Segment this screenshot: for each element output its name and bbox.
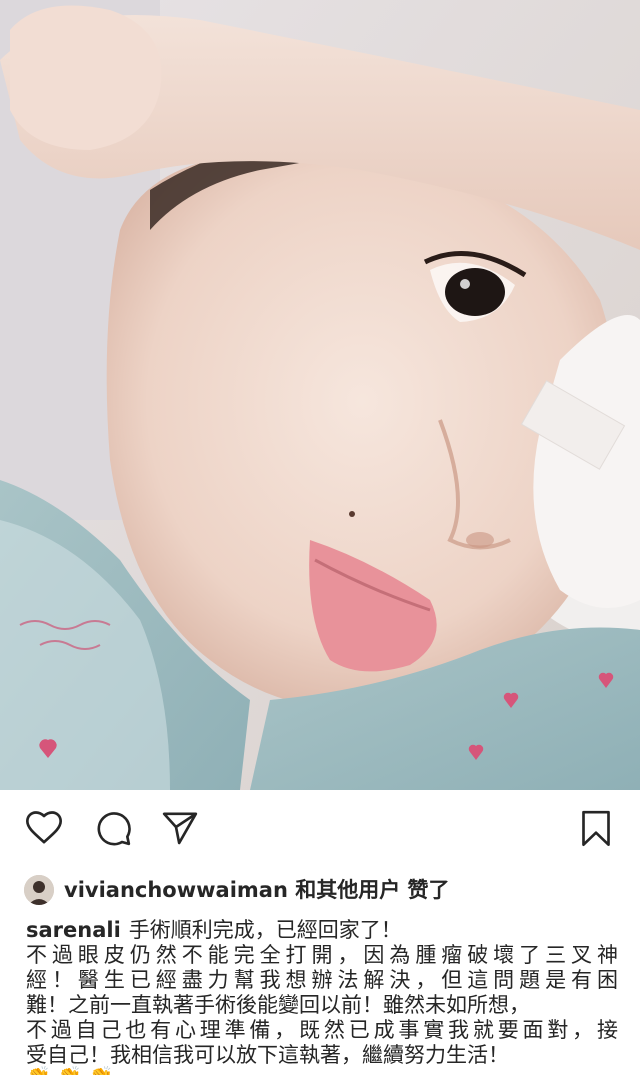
- share-button[interactable]: [158, 806, 202, 850]
- post-action-bar: [0, 806, 640, 860]
- like-button[interactable]: [22, 806, 66, 850]
- paper-plane-icon: [162, 812, 198, 845]
- caption-line: 經！醫生已經盡力幫我想辦法解決，但這問題是有困: [26, 968, 618, 992]
- post-photo[interactable]: [0, 0, 640, 790]
- heart-outline-icon: [26, 811, 63, 844]
- comment-button[interactable]: [91, 806, 135, 850]
- instagram-post: vivianchowwaiman 和其他用户 赞了 sarenali 手術順利完成…: [0, 0, 640, 1075]
- caption-first-line: sarenali 手術順利完成，已經回家了！: [26, 918, 618, 943]
- comment-bubble-icon: [97, 812, 131, 846]
- save-button[interactable]: [574, 806, 618, 850]
- caption-line: 不過眼皮仍然不能完全打開，因為腫瘤破壞了三叉神: [26, 943, 618, 967]
- caption-author[interactable]: sarenali: [26, 918, 121, 942]
- avatar[interactable]: [24, 875, 54, 905]
- selfie-illustration: [0, 0, 640, 790]
- caption-text-0: 手術順利完成，已經回家了！: [128, 918, 402, 942]
- likes-others-text[interactable]: 和其他用户 赞了: [288, 878, 449, 902]
- likes-summary: vivianchowwaiman 和其他用户 赞了: [24, 872, 450, 908]
- liker-username[interactable]: vivianchowwaiman: [64, 878, 288, 902]
- likes-text: vivianchowwaiman 和其他用户 赞了: [64, 872, 450, 908]
- caption-line: 難！之前一直執著手術後能變回以前！雖然未如所想，: [26, 993, 530, 1017]
- caption-emoji-row: 👏 👏 👏: [26, 1066, 113, 1075]
- avatar-image: [24, 875, 54, 905]
- post-caption: sarenali 手術順利完成，已經回家了！ 不過眼皮仍然不能完全打開，因為腫瘤破…: [26, 918, 618, 1068]
- bookmark-icon: [582, 810, 610, 846]
- caption-line: 不過自己也有心理準備，既然已成事實我就要面對，接: [26, 1018, 618, 1042]
- caption-line: 受自己！我相信我可以放下這執著，繼續努力生活！: [26, 1043, 509, 1067]
